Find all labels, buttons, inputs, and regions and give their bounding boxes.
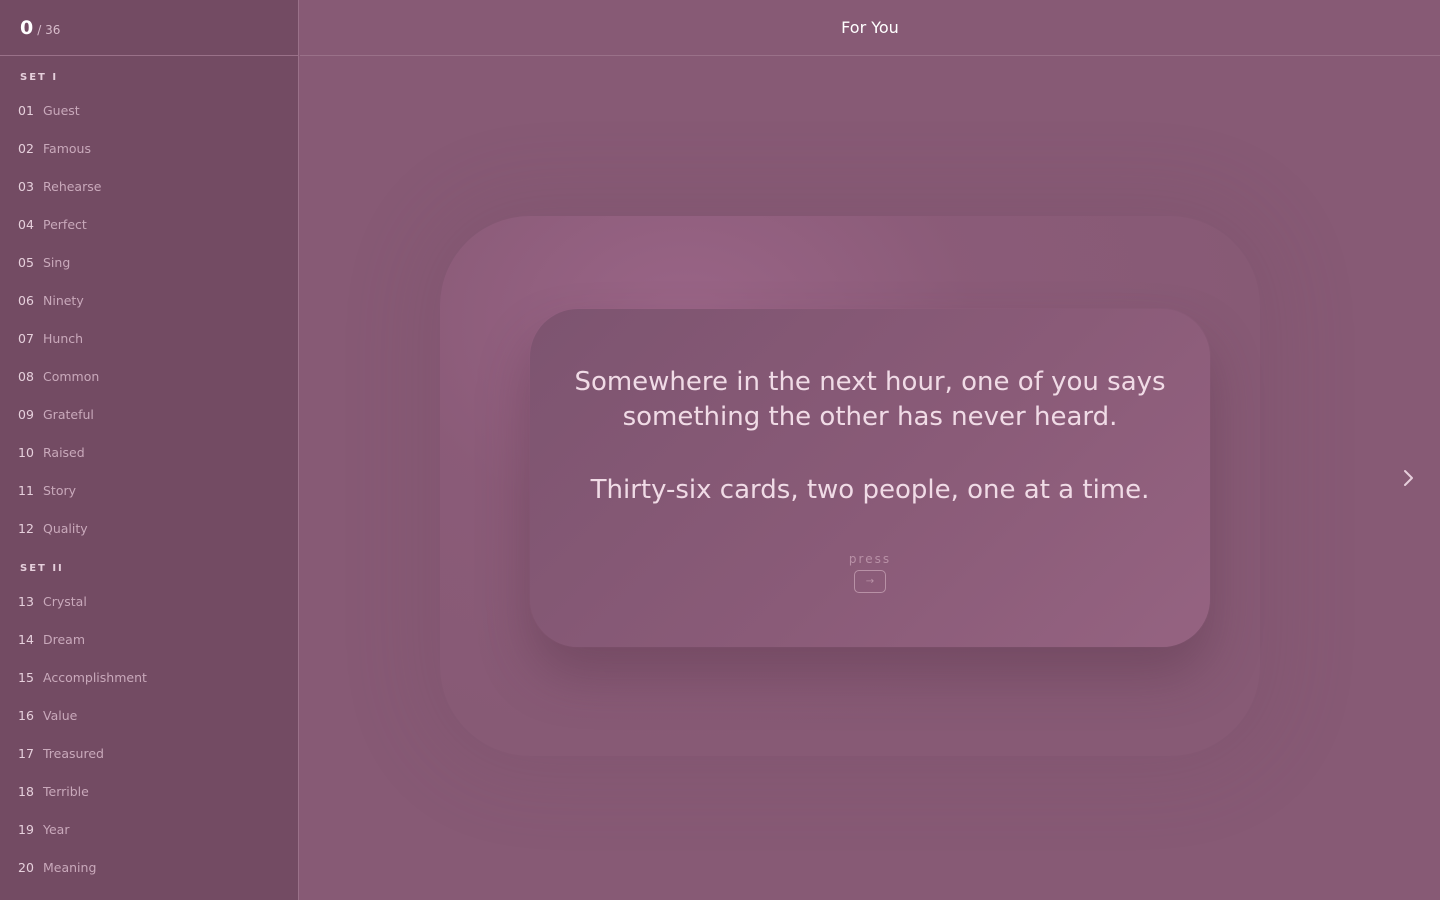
item-number: 08 bbox=[18, 368, 34, 384]
sidebar-item[interactable]: 02 Famous bbox=[0, 129, 101, 167]
press-hint: press bbox=[848, 552, 892, 566]
sidebar-item[interactable]: 06 Ninety bbox=[0, 281, 101, 319]
sidebar-item[interactable]: 12 Quality bbox=[0, 509, 101, 547]
item-number: 06 bbox=[18, 292, 34, 308]
item-label: Year bbox=[43, 821, 70, 837]
item-number: 05 bbox=[18, 254, 34, 270]
item-number: 20 bbox=[18, 859, 34, 875]
item-number: 19 bbox=[18, 821, 34, 837]
progress-current: 0 bbox=[20, 16, 34, 39]
item-number: 14 bbox=[18, 631, 34, 647]
item-label: Grateful bbox=[43, 406, 94, 422]
item-label: Story bbox=[43, 482, 77, 498]
item-label: Quality bbox=[43, 520, 88, 536]
sidebar-item[interactable]: 18 Terrible bbox=[0, 772, 147, 810]
sidebar-item[interactable]: 14 Dream bbox=[0, 620, 147, 658]
item-number: 02 bbox=[18, 140, 34, 156]
sidebar-item[interactable]: 16 Value bbox=[0, 696, 147, 734]
item-number: 13 bbox=[18, 593, 34, 609]
next-card-button[interactable] bbox=[1398, 466, 1420, 490]
sidebar-item[interactable]: 08 Common bbox=[0, 357, 101, 395]
item-number: 11 bbox=[18, 482, 34, 498]
item-label: Treasured bbox=[43, 745, 104, 761]
item-label: Dream bbox=[43, 631, 86, 647]
item-label: Rehearse bbox=[43, 178, 102, 194]
sidebar-item[interactable]: 05 Sing bbox=[0, 243, 101, 281]
item-number: 07 bbox=[18, 330, 34, 346]
chevron-right-icon bbox=[1404, 470, 1413, 486]
set-heading: SET II bbox=[20, 563, 64, 574]
sidebar-item[interactable]: 11 Story bbox=[0, 471, 101, 509]
app: 0 / 36 SET I 01 Guest 02 Famous 03 Rehearse… bbox=[0, 0, 1440, 900]
item-label: Guest bbox=[43, 102, 80, 118]
item-number: 16 bbox=[18, 707, 34, 723]
sidebar-item[interactable]: 13 Crystal bbox=[0, 582, 147, 620]
item-label: Terrible bbox=[43, 783, 89, 799]
sidebar-item[interactable]: 01 Guest bbox=[0, 91, 101, 129]
sidebar: 0 / 36 SET I 01 Guest 02 Famous 03 Rehearse… bbox=[0, 0, 299, 900]
item-number: 04 bbox=[18, 216, 34, 232]
item-label: Common bbox=[43, 368, 100, 384]
item-label: Accomplishment bbox=[43, 669, 147, 685]
header: For You bbox=[300, 0, 1440, 56]
card-intro-text: Somewhere in the next hour, one of you s… bbox=[574, 367, 1166, 432]
sidebar-item[interactable]: 17 Treasured bbox=[0, 734, 147, 772]
item-number: 01 bbox=[18, 102, 34, 118]
sidebar-item[interactable]: 03 Rehearse bbox=[0, 167, 101, 205]
item-label: Crystal bbox=[43, 593, 87, 609]
sidebar-item[interactable]: 09 Grateful bbox=[0, 395, 101, 433]
item-number: 09 bbox=[18, 406, 34, 422]
progress-total: / 36 bbox=[37, 22, 61, 37]
set-list: 13 Crystal 14 Dream 15 Accomplishment 16 Val… bbox=[0, 582, 147, 886]
sidebar-item[interactable]: 19 Year bbox=[0, 810, 147, 848]
question-card[interactable]: Somewhere in the next hour, one of you s… bbox=[530, 309, 1210, 647]
item-label: Value bbox=[43, 707, 78, 723]
item-number: 18 bbox=[18, 783, 34, 799]
arrow-key-hint: → bbox=[854, 570, 886, 593]
set-heading: SET I bbox=[20, 72, 59, 83]
item-label: Hunch bbox=[43, 330, 84, 346]
card-subtitle-text: Thirty-six cards, two people, one at a t… bbox=[590, 475, 1150, 505]
sidebar-item[interactable]: 04 Perfect bbox=[0, 205, 101, 243]
sidebar-item[interactable]: 07 Hunch bbox=[0, 319, 101, 357]
item-number: 17 bbox=[18, 745, 34, 761]
item-label: Ninety bbox=[43, 292, 84, 308]
item-label: Famous bbox=[43, 140, 91, 156]
item-number: 10 bbox=[18, 444, 34, 460]
sidebar-item[interactable]: 10 Raised bbox=[0, 433, 101, 471]
item-label: Sing bbox=[43, 254, 71, 270]
item-label: Perfect bbox=[43, 216, 87, 232]
page-title: For You bbox=[841, 18, 899, 37]
item-number: 03 bbox=[18, 178, 34, 194]
item-number: 15 bbox=[18, 669, 34, 685]
set-list: 01 Guest 02 Famous 03 Rehearse 04 Perfect 05… bbox=[0, 91, 101, 547]
main-area: Somewhere in the next hour, one of you s… bbox=[300, 56, 1440, 900]
item-number: 12 bbox=[18, 520, 34, 536]
progress-counter: 0 / 36 bbox=[0, 0, 298, 56]
sidebar-item[interactable]: 20 Meaning bbox=[0, 848, 147, 886]
item-label: Raised bbox=[43, 444, 85, 460]
item-label: Meaning bbox=[43, 859, 97, 875]
sidebar-item[interactable]: 15 Accomplishment bbox=[0, 658, 147, 696]
